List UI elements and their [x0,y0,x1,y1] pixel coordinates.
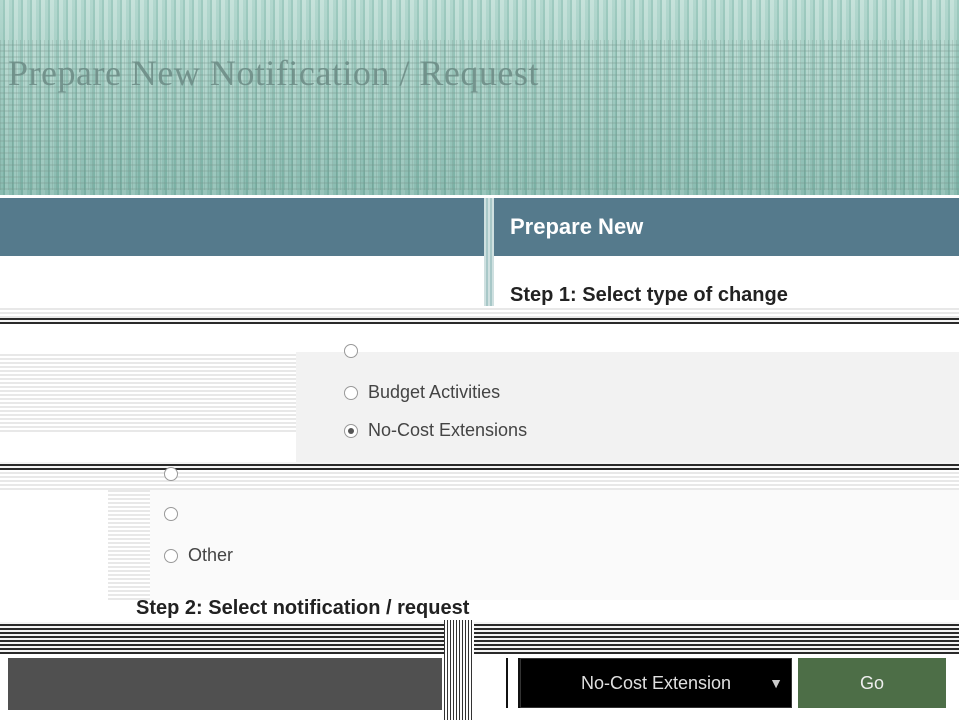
page-title: Prepare New Notification / Request [8,53,539,93]
option-4[interactable] [164,467,188,481]
mid-divider [0,462,959,470]
radio-option-4[interactable] [164,467,178,481]
option-budget-activities-label: Budget Activities [368,382,501,402]
prepare-new-heading: Prepare New [510,214,644,239]
radio-option-1[interactable] [344,344,358,358]
option-other-label: Other [188,545,234,565]
divider-stripes [0,308,959,318]
right-header-bar: Prepare New [494,198,959,256]
option-no-cost-extensions-label: No-Cost Extensions [368,420,528,440]
radio-budget-activities[interactable] [344,385,358,400]
bottom-right-stripes [474,622,959,654]
option-5[interactable] [164,507,188,521]
radio-no-cost-extensions[interactable] [344,423,358,438]
option-other[interactable]: Other [164,545,233,566]
chevron-down-icon: ▼ [769,675,783,691]
step1-heading: Step 1: Select type of change [510,284,788,306]
step2-heading: Step 2: Select notification / request [136,597,470,619]
header-separator [484,198,494,306]
mid-stripes [0,470,959,490]
step1-options-panel-2 [150,490,959,600]
bottom-divider [444,620,474,720]
go-button[interactable]: Go [798,658,946,708]
radio-option-5[interactable] [164,507,178,521]
option-no-cost-extensions[interactable]: No-Cost Extensions [344,420,527,441]
step1-options-panel [296,352,959,467]
right-edge [946,658,959,708]
select-value: No-Cost Extension [580,672,732,693]
bottom-left-panel [8,658,442,710]
left-stripes [0,352,296,432]
select-left-edge [506,658,520,708]
option-budget-activities[interactable]: Budget Activities [344,382,500,403]
left-header-bar [0,198,484,256]
notification-request-select[interactable]: No-Cost Extension ▼ [520,658,792,708]
radio-other[interactable] [164,548,178,563]
divider-stripes-dark [0,318,959,324]
page-banner: Prepare New Notification / Request [0,0,959,195]
option-1[interactable] [344,344,368,358]
bottom-left-stripes [0,622,444,654]
left-column-stripes [108,490,150,600]
